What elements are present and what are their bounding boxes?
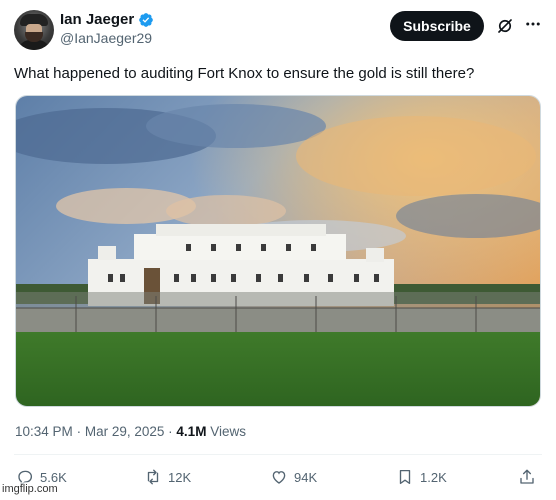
meta-separator: · <box>76 424 82 439</box>
tweet-time[interactable]: 10:34 PM <box>15 424 73 439</box>
tweet-date[interactable]: Mar 29, 2025 <box>85 424 165 439</box>
views-label: Views <box>210 424 246 439</box>
like-button[interactable]: 94K <box>270 466 317 488</box>
like-count: 94K <box>294 469 318 485</box>
subscribe-button[interactable]: Subscribe <box>390 11 484 41</box>
author-block: Ian Jaeger @IanJaeger29 <box>60 11 154 46</box>
display-name[interactable]: Ian Jaeger <box>60 11 134 28</box>
repost-icon <box>147 469 159 485</box>
action-bar: 5.6K 12K 94K 1.2K <box>16 466 542 490</box>
fort-knox-photo <box>16 96 540 406</box>
heart-icon <box>272 471 286 484</box>
tweet-text: What happened to auditing Fort Knox to e… <box>14 65 475 82</box>
divider <box>14 454 542 455</box>
views-count: 4.1M <box>176 424 207 439</box>
bookmark-count: 1.2K <box>420 469 447 485</box>
meta-separator: · <box>168 424 173 439</box>
repost-count: 12K <box>168 469 192 485</box>
tweet-meta: 10:34 PM · Mar 29, 2025 · 4.1M Views <box>15 424 246 439</box>
bookmark-button[interactable]: 1.2K <box>396 466 447 488</box>
repost-button[interactable]: 12K <box>144 466 191 488</box>
grok-icon[interactable] <box>496 17 514 35</box>
bookmark-icon <box>399 469 411 485</box>
avatar[interactable] <box>14 10 54 50</box>
watermark: imgflip.com <box>0 482 60 496</box>
more-icon[interactable] <box>524 15 542 33</box>
tweet-header: Ian Jaeger @IanJaeger29 Subscribe <box>14 10 544 50</box>
verified-badge-icon <box>139 12 154 27</box>
share-icon <box>520 469 534 484</box>
share-button[interactable] <box>518 466 536 488</box>
user-handle[interactable]: @IanJaeger29 <box>60 30 154 46</box>
tweet-media[interactable] <box>15 95 541 407</box>
